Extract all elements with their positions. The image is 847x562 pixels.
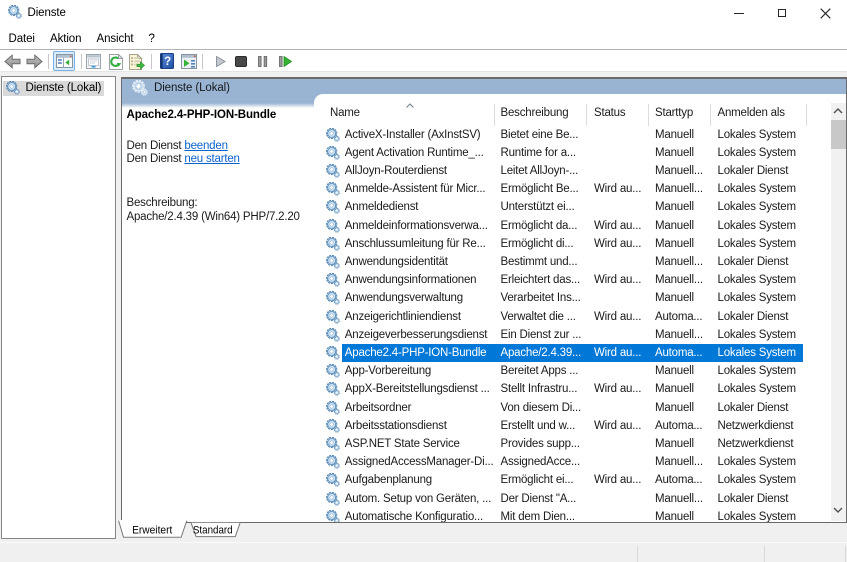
- svg-text:Erweitert: Erweitert: [132, 524, 173, 536]
- svg-text:?: ?: [164, 56, 171, 68]
- svg-text:Standard: Standard: [193, 524, 233, 536]
